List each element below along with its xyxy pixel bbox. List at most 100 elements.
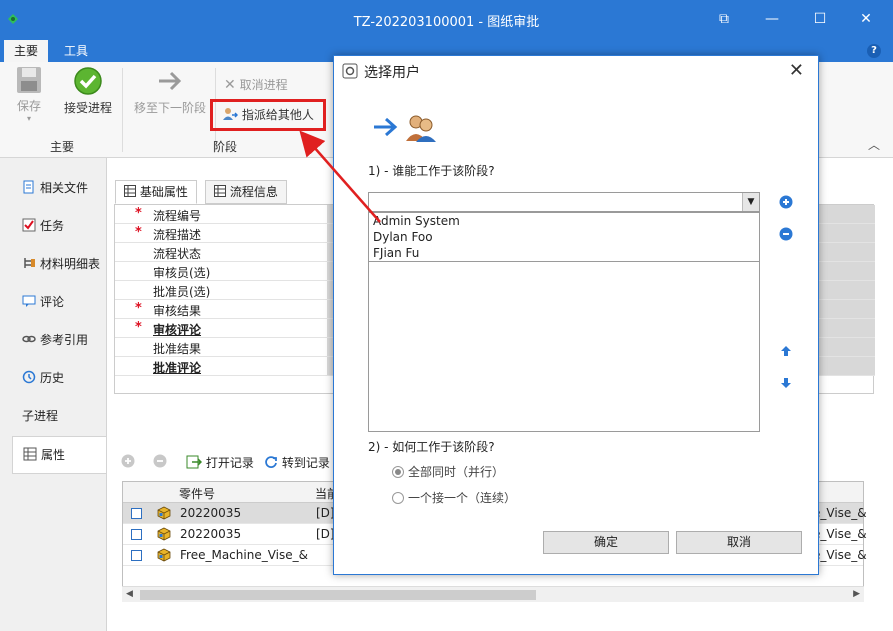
move-up-icon[interactable] <box>779 344 793 358</box>
open-record-button[interactable]: 打开记录 <box>186 454 254 471</box>
move-next-stage-label: 移至下一阶段 <box>133 101 206 115</box>
cell-right-truncated: e_Vise_& <box>813 527 867 541</box>
help-icon[interactable]: ? <box>867 44 881 58</box>
add-user-icon[interactable] <box>779 195 793 209</box>
close-button[interactable]: ✕ <box>854 8 878 30</box>
horizontal-scrollbar[interactable]: ◀ ▶ <box>122 586 864 602</box>
accept-process-button[interactable]: 接受进程 <box>60 66 116 116</box>
nav-label: 材料明细表 <box>40 257 101 271</box>
cell-part-number: 20220035 <box>180 527 242 541</box>
tab-label: 流程信息 <box>229 185 278 199</box>
refresh-icon <box>265 456 277 468</box>
tab-tools[interactable]: 工具 <box>54 40 98 62</box>
move-down-icon[interactable] <box>779 376 793 390</box>
link-icon <box>22 335 36 343</box>
cell-right-truncated: e_Vise_& <box>813 506 867 520</box>
radio-icon <box>392 466 404 478</box>
nav-label: 相关文件 <box>40 181 89 195</box>
group-label-main: 主要 <box>50 140 75 154</box>
task-check-icon <box>22 218 36 232</box>
nav-label: 参考引用 <box>40 333 89 347</box>
nav-history[interactable]: 历史 <box>22 368 64 388</box>
save-label: 保存 <box>16 99 41 113</box>
dropdown-item-fjian-fu[interactable]: FJian Fu <box>373 246 419 260</box>
nav-references[interactable]: 参考引用 <box>22 330 88 350</box>
part-cube-icon <box>157 548 171 562</box>
property-label: 批准结果 <box>153 342 202 356</box>
option-sequential[interactable]: 一个接一个（连续） <box>392 489 516 506</box>
tab-process-info[interactable]: 流程信息 <box>205 180 287 204</box>
row-checkbox[interactable] <box>131 508 142 519</box>
cancel-x-icon: ✕ <box>224 77 236 93</box>
nav-bom[interactable]: 材料明细表 <box>22 254 100 274</box>
tab-label: 基础属性 <box>139 185 188 199</box>
ribbon-separator <box>122 68 123 152</box>
required-asterisk-icon: * <box>135 206 142 221</box>
property-label: 流程编号 <box>153 209 202 223</box>
cancel-process-button[interactable]: ✕ 取消进程 <box>224 76 288 93</box>
add-icon[interactable] <box>121 454 135 471</box>
option-parallel[interactable]: 全部同时（并行） <box>392 463 504 480</box>
nav-label: 属性 <box>41 448 66 462</box>
nav-subprocess[interactable]: 子进程 <box>22 406 58 426</box>
collapse-ribbon-icon[interactable]: ︿ <box>868 136 880 153</box>
nav-label: 评论 <box>40 295 65 309</box>
required-asterisk-icon: * <box>135 320 142 335</box>
user-dropdown-list: Admin System Dylan Foo FJian Fu <box>368 212 760 262</box>
property-label: 审核结果 <box>153 304 202 318</box>
scroll-thumb[interactable] <box>140 590 536 600</box>
save-button[interactable]: 保存 ▾ <box>12 66 46 123</box>
remove-icon[interactable] <box>153 454 167 471</box>
restore-icon[interactable]: ⧉ <box>712 8 736 30</box>
history-icon <box>22 370 36 384</box>
remove-user-icon[interactable] <box>779 227 793 241</box>
required-asterisk-icon: * <box>135 225 142 240</box>
comment-icon <box>22 295 36 307</box>
column-header-part[interactable]: 零件号 <box>179 485 215 502</box>
property-label: 流程描述 <box>153 228 202 242</box>
cancel-process-label: 取消进程 <box>239 78 288 92</box>
cancel-button[interactable]: 取消 <box>676 531 802 554</box>
title-bar: TZ-202203100001 - 图纸审批 ⧉ — ☐ ✕ <box>0 0 893 40</box>
goto-record-label: 转到记录 <box>281 456 330 470</box>
grid-icon <box>214 185 226 197</box>
part-cube-icon <box>157 506 171 520</box>
row-checkbox[interactable] <box>131 529 142 540</box>
scroll-left-icon[interactable]: ◀ <box>126 589 133 599</box>
move-next-stage-button[interactable]: 移至下一阶段 <box>130 66 210 116</box>
dialog-title: 选择用户 <box>364 65 420 81</box>
dialog-close-button[interactable]: ✕ <box>789 60 804 81</box>
nav-comments[interactable]: 评论 <box>22 292 64 312</box>
dropdown-arrow-icon: ▾ <box>26 114 31 123</box>
required-asterisk-icon: * <box>135 301 142 316</box>
ok-button[interactable]: 确定 <box>543 531 669 554</box>
nav-label: 子进程 <box>22 409 59 423</box>
selected-users-list[interactable] <box>368 262 760 432</box>
row-checkbox[interactable] <box>131 550 142 561</box>
nav-label: 历史 <box>40 371 65 385</box>
cell-part-number: 20220035 <box>180 506 242 520</box>
grid-icon <box>124 185 136 197</box>
maximize-button[interactable]: ☐ <box>808 8 832 30</box>
minimize-button[interactable]: — <box>760 8 784 30</box>
combobox-dropdown-icon[interactable]: ▼ <box>742 193 759 211</box>
nav-tasks[interactable]: 任务 <box>22 216 64 236</box>
tab-basic-properties[interactable]: 基础属性 <box>115 180 197 204</box>
left-navigation: 相关文件 任务 材料明细表 评论 参考引用 历史 子进程 属性 <box>0 158 106 578</box>
option-label: 一个接一个（连续） <box>408 491 517 505</box>
cell-part-number: Free_Machine_Vise_& <box>180 548 308 562</box>
scroll-right-icon[interactable]: ▶ <box>853 589 860 599</box>
cell-current: [D] <box>316 527 335 541</box>
option-label: 全部同时（并行） <box>408 465 505 479</box>
open-record-label: 打开记录 <box>205 456 254 470</box>
checkmark-icon <box>74 67 102 95</box>
tab-main[interactable]: 主要 <box>4 40 49 62</box>
goto-record-button[interactable]: 转到记录 <box>264 454 330 471</box>
nav-properties[interactable]: 属性 <box>12 436 106 474</box>
user-combobox[interactable]: ▼ <box>368 192 760 212</box>
nav-related-files[interactable]: 相关文件 <box>22 178 88 198</box>
open-record-icon <box>186 455 203 469</box>
dropdown-item-dylan-foo[interactable]: Dylan Foo <box>373 230 433 244</box>
property-label: 审核评论 <box>153 323 202 337</box>
cell-current: [D] <box>316 506 335 520</box>
